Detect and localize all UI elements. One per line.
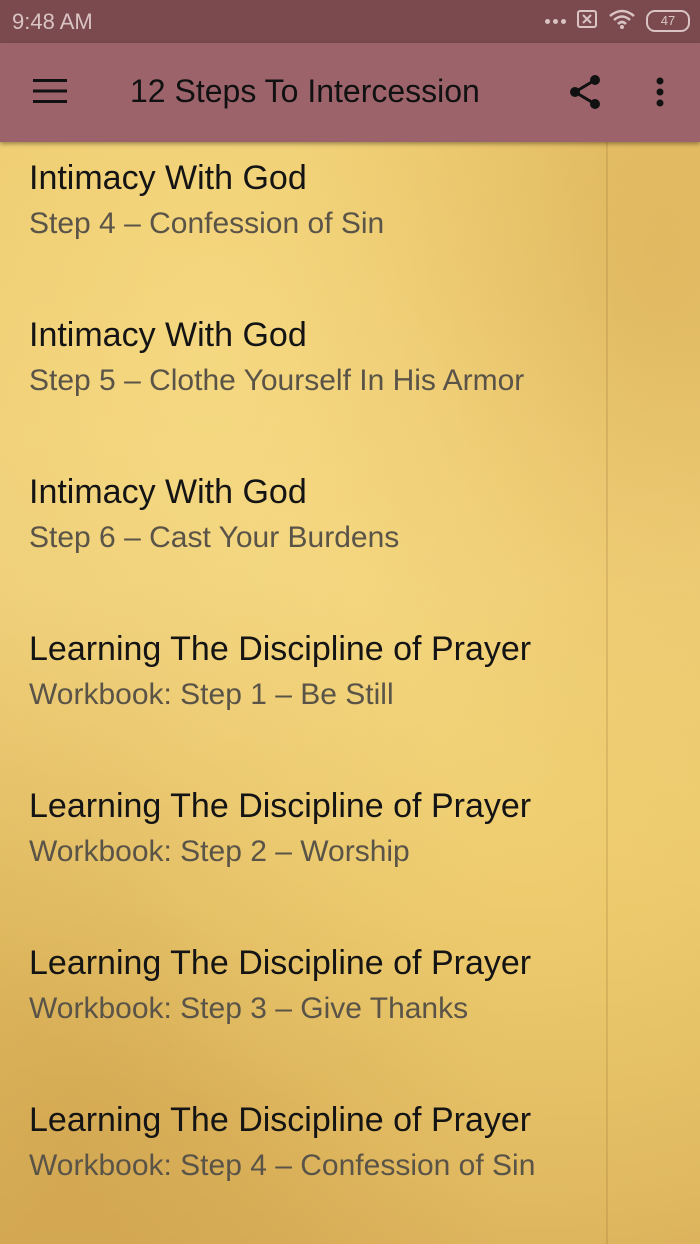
- list-item[interactable]: Intimacy With God Step 5 – Clothe Yourse…: [29, 316, 679, 456]
- share-icon: [568, 74, 602, 115]
- status-icons: 47: [545, 8, 690, 34]
- status-bar: 9:48 AM 47: [0, 0, 700, 43]
- more-options-button[interactable]: [640, 71, 680, 117]
- item-title: Learning The Discipline of Prayer: [29, 944, 532, 982]
- item-title: Intimacy With God: [29, 159, 307, 197]
- item-subtitle: Step 4 – Confession of Sin: [29, 207, 385, 240]
- item-subtitle: Workbook: Step 4 – Confession of Sin: [29, 1149, 536, 1182]
- app-title: 12 Steps To Intercession: [130, 73, 480, 109]
- menu-button[interactable]: [26, 69, 74, 117]
- sim-off-icon: [576, 9, 598, 34]
- share-button[interactable]: [562, 71, 608, 117]
- item-title: Intimacy With God: [29, 473, 307, 511]
- list-item[interactable]: Learning The Discipline of Prayer Workbo…: [29, 1101, 679, 1241]
- item-subtitle: Workbook: Step 1 – Be Still: [29, 678, 394, 711]
- battery-icon: 47: [646, 10, 690, 32]
- dots-icon: [545, 18, 566, 24]
- item-subtitle: Step 5 – Clothe Yourself In His Armor: [29, 364, 525, 397]
- list-item[interactable]: Intimacy With God Step 4 – Confession of…: [29, 159, 679, 299]
- wifi-icon: [608, 8, 636, 35]
- app-bar: 12 Steps To Intercession: [0, 43, 700, 142]
- more-vert-icon: [656, 77, 664, 112]
- item-title: Learning The Discipline of Prayer: [29, 787, 532, 825]
- item-title: Intimacy With God: [29, 316, 307, 354]
- list-item[interactable]: Learning The Discipline of Prayer Workbo…: [29, 944, 679, 1084]
- item-list: Intimacy With God Step 4 – Confession of…: [0, 142, 700, 1244]
- item-subtitle: Step 6 – Cast Your Burdens: [29, 521, 400, 554]
- list-item[interactable]: Learning The Discipline of Prayer Workbo…: [29, 787, 679, 927]
- menu-icon: [33, 78, 67, 109]
- item-title: Learning The Discipline of Prayer: [29, 1101, 532, 1139]
- list-item[interactable]: Intimacy With God Step 6 – Cast Your Bur…: [29, 473, 679, 613]
- item-subtitle: Workbook: Step 2 – Worship: [29, 835, 410, 868]
- status-time: 9:48 AM: [12, 9, 93, 34]
- item-title: Learning The Discipline of Prayer: [29, 630, 532, 668]
- item-subtitle: Workbook: Step 3 – Give Thanks: [29, 992, 469, 1025]
- list-item[interactable]: Learning The Discipline of Prayer Workbo…: [29, 630, 679, 770]
